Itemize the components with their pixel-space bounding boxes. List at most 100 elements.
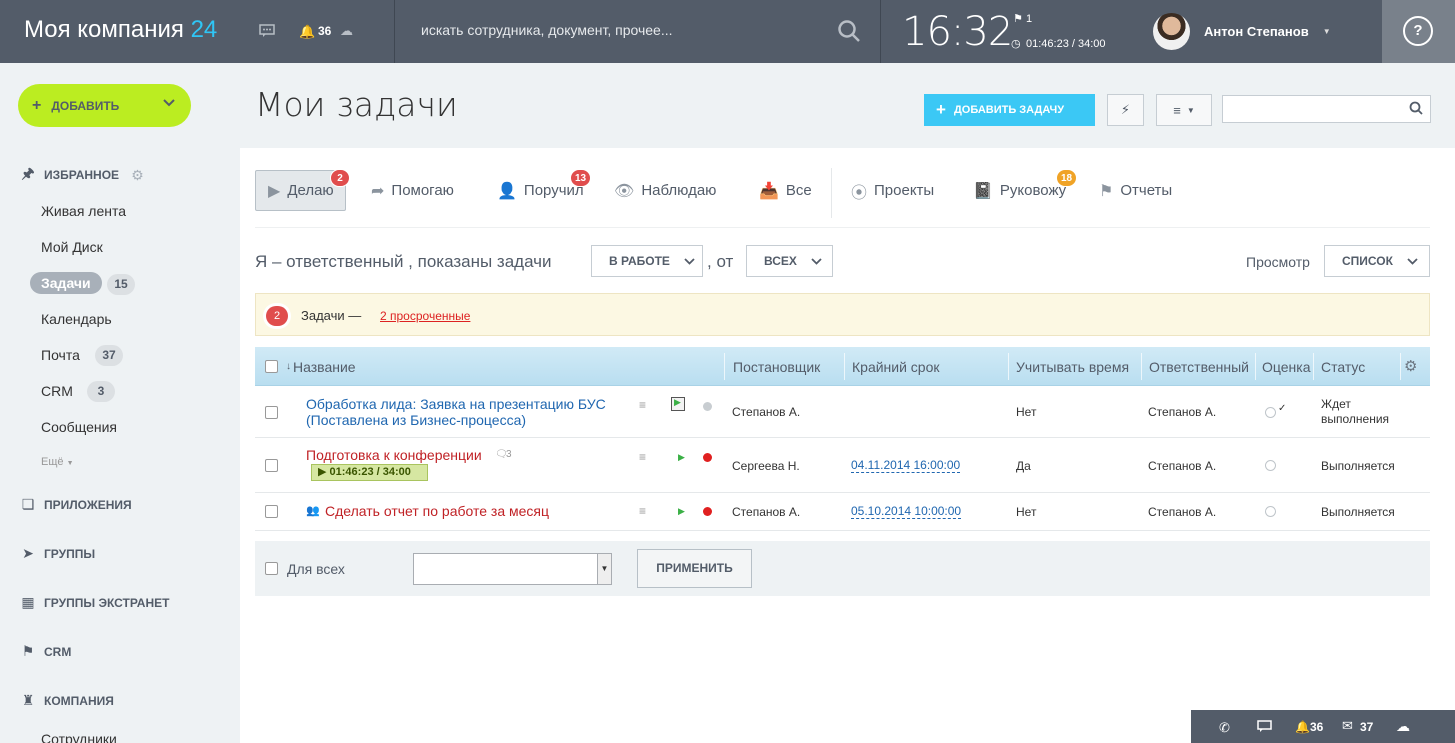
- mark-icon[interactable]: [1265, 506, 1276, 517]
- company-logo[interactable]: Моя компания 24: [24, 16, 217, 44]
- menu-button[interactable]: ≡ ▼: [1156, 94, 1212, 126]
- task-timer[interactable]: ▶ 01:46:23 / 34:00: [311, 464, 428, 481]
- section-favorites[interactable]: 🖈 ИЗБРАННОЕ ⚙: [20, 163, 144, 187]
- task-creator[interactable]: Сергеева Н.: [732, 459, 800, 473]
- clock[interactable]: 16:32: [902, 9, 1013, 55]
- notifications-count[interactable]: 36: [1310, 720, 1323, 734]
- row-checkbox[interactable]: [265, 406, 278, 419]
- mark-icon[interactable]: [1265, 460, 1276, 471]
- play-icon[interactable]: ▶: [678, 452, 685, 463]
- play-icon[interactable]: ▶: [678, 506, 685, 517]
- add-task-button[interactable]: + ДОБАВИТЬ ЗАДАЧУ: [924, 94, 1095, 126]
- play-icon: ▶: [268, 182, 281, 200]
- task-deadline[interactable]: 04.11.2014 16:00:00: [851, 458, 961, 473]
- overdue-badge: 2: [266, 306, 288, 326]
- filter-search-input[interactable]: [1222, 95, 1431, 123]
- gear-icon[interactable]: ⚙: [131, 167, 144, 184]
- gear-icon[interactable]: ⚙: [1404, 357, 1417, 375]
- sidebar-more[interactable]: Ещё ▼: [41, 456, 74, 468]
- table-row[interactable]: Подготовка к конференции 🗨 3 ▶ 01:46:23 …: [255, 438, 1430, 493]
- task-title[interactable]: Подготовка к конференции: [306, 447, 482, 463]
- cloud-icon[interactable]: ☁: [1396, 718, 1410, 735]
- cloud-icon[interactable]: ☁: [340, 23, 353, 39]
- task-creator[interactable]: Степанов А.: [732, 405, 800, 419]
- col-mark[interactable]: Оценка: [1262, 359, 1311, 375]
- sidebar-item-crm[interactable]: CRM: [41, 383, 73, 399]
- section-extranet[interactable]: ▦ ГРУППЫ ЭКСТРАНЕТ: [20, 594, 169, 611]
- mail-count[interactable]: 37: [1360, 720, 1373, 734]
- for-all-checkbox[interactable]: [265, 562, 278, 575]
- task-title[interactable]: Обработка лида: Заявка на презентацию БУ…: [306, 396, 606, 428]
- section-crm[interactable]: ⚑ CRM: [20, 643, 72, 660]
- add-task-label: ДОБАВИТЬ ЗАДАЧУ: [953, 104, 1065, 116]
- task-responsible[interactable]: Степанов А.: [1148, 505, 1216, 519]
- worktime[interactable]: 01:46:23 / 34:00: [1026, 38, 1106, 50]
- col-responsible[interactable]: Ответственный: [1149, 359, 1249, 375]
- select-all-checkbox[interactable]: [265, 360, 278, 373]
- more-label: Ещё: [41, 456, 64, 468]
- structure-icon: ▦: [21, 594, 35, 610]
- sidebar-item-mail[interactable]: Почта: [41, 347, 80, 363]
- task-responsible[interactable]: Степанов А.: [1148, 405, 1216, 419]
- chat-icon[interactable]: [1257, 720, 1272, 736]
- tab-helping[interactable]: ➦ Помогаю: [371, 170, 454, 211]
- quick-task-button[interactable]: ⚡: [1107, 94, 1144, 126]
- table-row[interactable]: 👥 Сделать отчет по работе за месяц ≡ ▶ С…: [255, 493, 1430, 531]
- notifications-count[interactable]: 36: [318, 24, 331, 38]
- bell-icon[interactable]: 🔔: [299, 24, 315, 40]
- flag-icon[interactable]: ⚑: [1013, 12, 1023, 25]
- col-track-time[interactable]: Учитывать время: [1016, 359, 1129, 375]
- task-responsible[interactable]: Степанов А.: [1148, 459, 1216, 473]
- play-icon: ▶: [674, 397, 681, 407]
- task-title[interactable]: Сделать отчет по работе за месяц: [325, 503, 549, 519]
- menu-icon[interactable]: ≡: [639, 450, 646, 464]
- group-icon: 👥: [306, 505, 320, 517]
- mark-icon[interactable]: [1265, 407, 1276, 418]
- tab-projects[interactable]: ⦿ Проекты: [851, 170, 934, 211]
- chevron-down-icon: ▼: [1186, 105, 1195, 115]
- overdue-link[interactable]: 2 просроченные: [380, 309, 470, 323]
- col-name[interactable]: Название: [293, 359, 356, 375]
- chat-icon[interactable]: [259, 24, 275, 41]
- view-dropdown[interactable]: СПИСОК: [1324, 245, 1430, 277]
- menu-icon[interactable]: ≡: [639, 504, 646, 518]
- action-select[interactable]: ▼: [413, 553, 612, 585]
- sidebar-item-tasks[interactable]: Задачи: [30, 272, 102, 294]
- col-status[interactable]: Статус: [1321, 359, 1365, 375]
- col-deadline[interactable]: Крайний срок: [852, 359, 940, 375]
- menu-icon[interactable]: ≡: [639, 398, 646, 412]
- who-dropdown[interactable]: ВСЕХ: [746, 245, 833, 277]
- col-creator[interactable]: Постановщик: [733, 359, 820, 375]
- section-apps[interactable]: ❏ ПРИЛОЖЕНИЯ: [20, 496, 132, 513]
- global-search-input[interactable]: [421, 22, 821, 38]
- start-button[interactable]: ▶: [671, 397, 685, 411]
- phone-icon[interactable]: ✆: [1219, 720, 1230, 736]
- task-creator[interactable]: Степанов А.: [732, 505, 800, 519]
- tab-managing[interactable]: 📓 Руковожу: [973, 170, 1066, 211]
- sidebar-item-disk[interactable]: Мой Диск: [41, 239, 103, 255]
- mail-icon[interactable]: ✉: [1342, 718, 1353, 734]
- search-icon[interactable]: [837, 19, 861, 43]
- sidebar-item-messages[interactable]: Сообщения: [41, 419, 117, 435]
- user-menu[interactable]: Антон Степанов ▼: [1153, 12, 1331, 50]
- pin-icon: 🖈: [21, 165, 35, 181]
- tab-all[interactable]: 📥 Все: [759, 170, 812, 211]
- table-row[interactable]: Обработка лида: Заявка на презентацию БУ…: [255, 387, 1430, 438]
- status-dropdown[interactable]: В РАБОТЕ: [591, 245, 703, 277]
- apply-button[interactable]: ПРИМЕНИТЬ: [637, 549, 752, 588]
- bell-icon[interactable]: 🔔: [1295, 720, 1310, 734]
- row-checkbox[interactable]: [265, 459, 278, 472]
- sidebar-item-feed[interactable]: Живая лента: [41, 203, 126, 219]
- sidebar-item-calendar[interactable]: Календарь: [41, 311, 112, 327]
- check-icon[interactable]: ✓: [1278, 403, 1286, 414]
- add-button[interactable]: + ДОБАВИТЬ: [18, 84, 191, 127]
- row-checkbox[interactable]: [265, 505, 278, 518]
- sort-icon[interactable]: ↓: [286, 361, 291, 372]
- sidebar-item-employees[interactable]: Сотрудники: [41, 731, 117, 743]
- section-company[interactable]: ♜ КОМПАНИЯ: [20, 692, 114, 709]
- tab-watching[interactable]: 👁 Наблюдаю: [614, 170, 716, 211]
- tab-reports[interactable]: ⚑ Отчеты: [1099, 170, 1172, 211]
- task-deadline[interactable]: 05.10.2014 10:00:00: [851, 504, 962, 519]
- section-groups[interactable]: ➤ ГРУППЫ: [20, 545, 95, 562]
- help-button[interactable]: ?: [1382, 0, 1455, 63]
